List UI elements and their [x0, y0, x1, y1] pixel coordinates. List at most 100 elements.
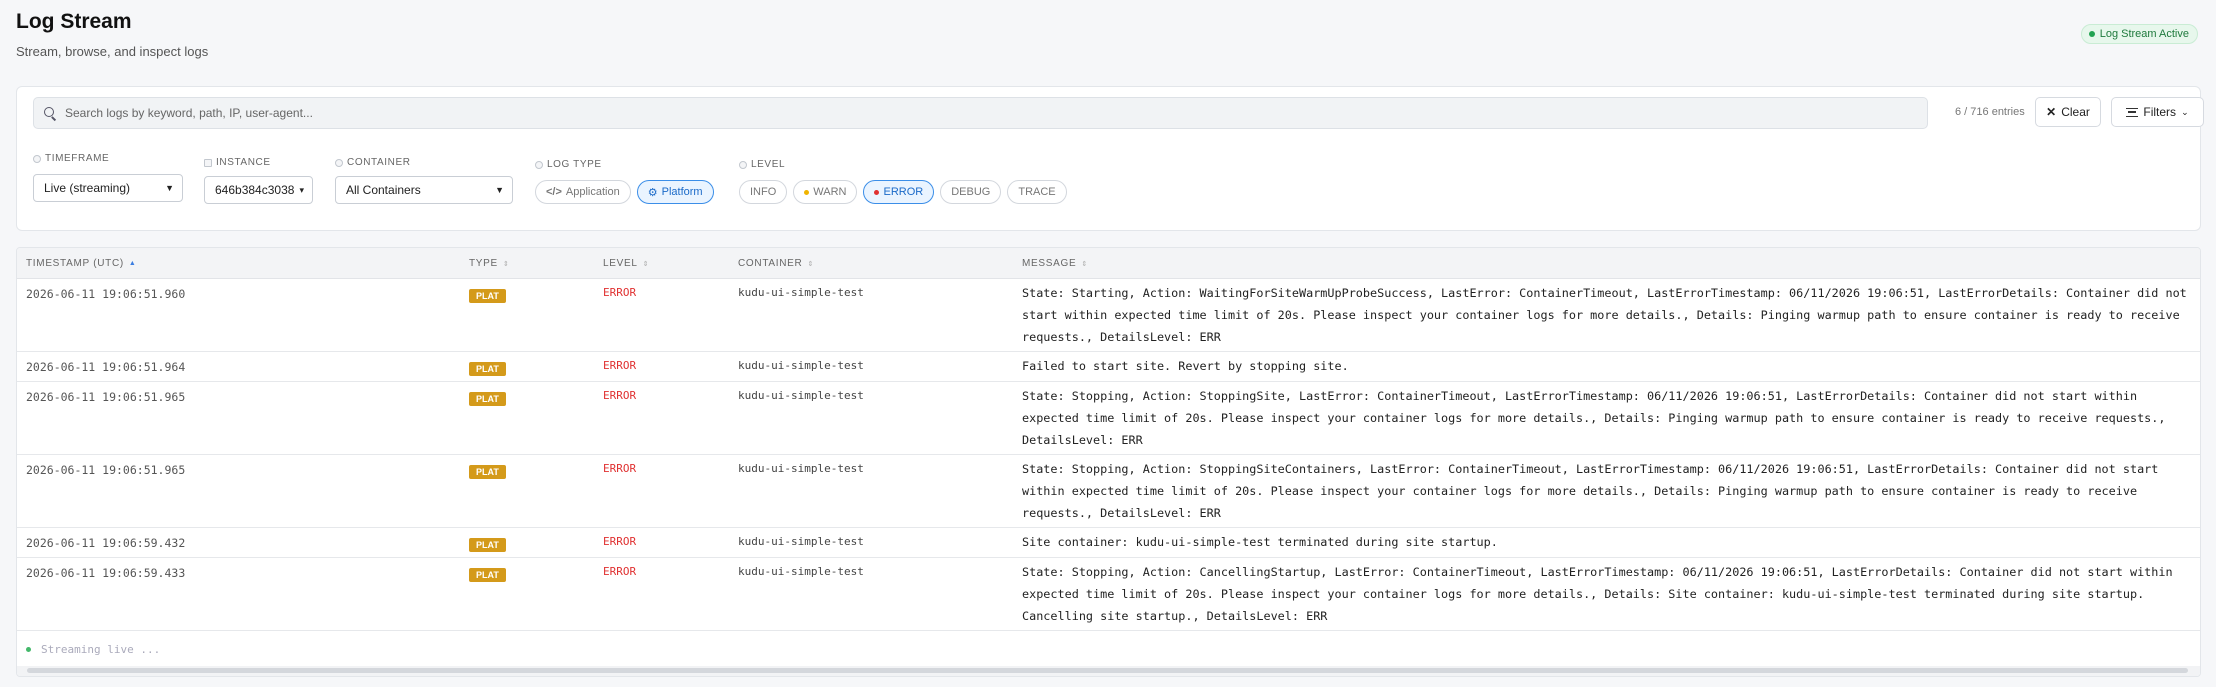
row-level: ERROR: [603, 359, 637, 372]
sort-icon: ⇕: [502, 260, 510, 268]
pill-label: WARN: [813, 186, 847, 198]
container-filter: CONTAINER All Containers ▼: [335, 157, 513, 204]
streaming-indicator: Streaming live ...: [26, 643, 160, 656]
search-icon: [44, 107, 56, 119]
row-timestamp: 2026-06-11 19:06:59.432: [26, 536, 186, 550]
row-timestamp: 2026-06-11 19:06:51.960: [26, 287, 186, 301]
row-message: Site container: kudu-ui-simple-test term…: [1022, 535, 1498, 549]
log-type-filter: LOG TYPE </> Application ⚙ Platform: [535, 159, 714, 204]
row-level: ERROR: [603, 462, 637, 475]
level-label: LEVEL: [751, 159, 786, 170]
level-toggle[interactable]: [739, 160, 747, 169]
timeframe-filter: TIMEFRAME Live (streaming) ▼: [33, 153, 183, 202]
col-label: LEVEL: [603, 258, 638, 269]
error-dot-icon: [874, 189, 880, 195]
close-icon: ✕: [2046, 105, 2057, 119]
col-level[interactable]: LEVEL ⇕: [603, 258, 649, 269]
table-row[interactable]: 2026-06-11 19:06:51.965 PLAT ERROR kudu-…: [17, 455, 2200, 528]
gears-icon: ⚙: [647, 186, 658, 199]
filters-label: Filters: [2143, 105, 2177, 119]
caret-down-icon: ▾: [299, 184, 304, 195]
timeframe-toggle[interactable]: [33, 154, 41, 163]
col-container[interactable]: CONTAINER ⇕: [738, 258, 814, 269]
row-timestamp: 2026-06-11 19:06:51.964: [26, 360, 186, 374]
container-toggle[interactable]: [335, 158, 343, 167]
instance-toggle[interactable]: [204, 158, 212, 167]
col-label: CONTAINER: [738, 258, 803, 269]
row-message: Failed to start site. Revert by stopping…: [1022, 359, 1349, 373]
chevron-down-icon: ⌄: [2181, 106, 2189, 117]
row-level: ERROR: [603, 535, 637, 548]
search-input[interactable]: [65, 106, 1865, 120]
entries-count: 6 / 716 entries: [1955, 106, 2025, 118]
pill-label: Platform: [661, 186, 703, 198]
sort-icon: ⇕: [642, 260, 650, 268]
instance-label: INSTANCE: [216, 157, 271, 168]
search-box[interactable]: [33, 97, 1928, 129]
row-message: State: Starting, Action: WaitingForSiteW…: [1022, 286, 2187, 344]
pill-label: INFO: [750, 186, 777, 198]
warn-dot-icon: [804, 189, 810, 195]
table-header: TIMESTAMP (UTC) ▲ TYPE ⇕ LEVEL ⇕ CONTAINER ⇕…: [17, 248, 2200, 279]
container-value: All Containers: [346, 183, 421, 197]
log-type-application-pill[interactable]: </> Application: [535, 180, 631, 204]
table-row[interactable]: 2026-06-11 19:06:59.432 PLAT ERROR kudu-…: [17, 528, 2200, 558]
type-badge: PLAT: [469, 465, 506, 479]
level-error-pill[interactable]: ERROR: [863, 180, 935, 204]
streaming-text: Streaming live ...: [41, 643, 161, 656]
type-badge: PLAT: [469, 392, 506, 406]
search-row: 6 / 716 entries ✕ Clear Filters ⌄: [33, 97, 2204, 129]
page-header: Log Stream Stream, browse, and inspect l…: [16, 10, 208, 59]
timeframe-value: Live (streaming): [44, 181, 131, 195]
row-level: ERROR: [603, 389, 637, 402]
status-label: Log Stream Active: [2099, 28, 2189, 40]
row-container: kudu-ui-simple-test: [738, 565, 864, 578]
col-label: TIMESTAMP (UTC): [26, 258, 124, 269]
row-message: State: Stopping, Action: StoppingSite, L…: [1022, 389, 2166, 447]
log-type-platform-pill[interactable]: ⚙ Platform: [636, 180, 714, 204]
filters-button[interactable]: Filters ⌄: [2111, 97, 2204, 127]
pill-label: Application: [565, 186, 620, 198]
level-debug-pill[interactable]: DEBUG: [940, 180, 1002, 204]
live-dot-icon: [2088, 31, 2095, 37]
table-row[interactable]: 2026-06-11 19:06:51.960 PLAT ERROR kudu-…: [17, 279, 2200, 352]
level-trace-pill[interactable]: TRACE: [1007, 180, 1067, 204]
scrollbar-thumb[interactable]: [27, 668, 2188, 673]
page-subtitle: Stream, browse, and inspect logs: [16, 44, 209, 59]
row-container: kudu-ui-simple-test: [738, 462, 864, 475]
col-timestamp[interactable]: TIMESTAMP (UTC) ▲: [26, 258, 137, 269]
row-level: ERROR: [603, 565, 637, 578]
instance-value: 646b384c3038: [215, 183, 295, 197]
col-message[interactable]: MESSAGE ⇕: [1022, 258, 1088, 269]
pill-label: TRACE: [1018, 186, 1056, 198]
filter-lines-icon: [2126, 107, 2139, 117]
table-row[interactable]: 2026-06-11 19:06:51.965 PLAT ERROR kudu-…: [17, 382, 2200, 455]
col-type[interactable]: TYPE ⇕: [469, 258, 510, 269]
row-container: kudu-ui-simple-test: [738, 359, 864, 372]
log-type-pills: </> Application ⚙ Platform: [535, 180, 714, 204]
table-row[interactable]: 2026-06-11 19:06:51.964 PLAT ERROR kudu-…: [17, 352, 2200, 382]
clear-button[interactable]: ✕ Clear: [2035, 97, 2101, 127]
row-message: State: Stopping, Action: CancellingStart…: [1022, 565, 2173, 623]
chevron-down-icon: ▼: [165, 183, 174, 193]
row-container: kudu-ui-simple-test: [738, 286, 864, 299]
instance-select[interactable]: 646b384c3038 ▾: [204, 176, 313, 204]
level-warn-pill[interactable]: WARN: [793, 180, 858, 204]
timeframe-select[interactable]: Live (streaming) ▼: [33, 174, 183, 202]
level-info-pill[interactable]: INFO: [739, 180, 788, 204]
sort-icon: ⇕: [807, 260, 815, 268]
sort-asc-icon: ▲: [128, 260, 137, 267]
row-timestamp: 2026-06-11 19:06:51.965: [26, 390, 186, 404]
level-pills: INFO WARN ERROR DEBUG TRACE: [739, 180, 1067, 204]
pill-label: DEBUG: [951, 186, 991, 198]
status-badge: Log Stream Active: [2080, 24, 2198, 44]
table-row[interactable]: 2026-06-11 19:06:59.433 PLAT ERROR kudu-…: [17, 558, 2200, 631]
row-level: ERROR: [603, 286, 637, 299]
container-select[interactable]: All Containers ▼: [335, 176, 513, 204]
instance-filter: INSTANCE 646b384c3038 ▾: [204, 157, 313, 204]
pill-label: ERROR: [883, 186, 924, 198]
log-type-toggle[interactable]: [535, 160, 543, 169]
sort-icon: ⇕: [1081, 260, 1088, 268]
type-badge: PLAT: [469, 568, 506, 582]
horizontal-scrollbar[interactable]: [17, 666, 2200, 676]
